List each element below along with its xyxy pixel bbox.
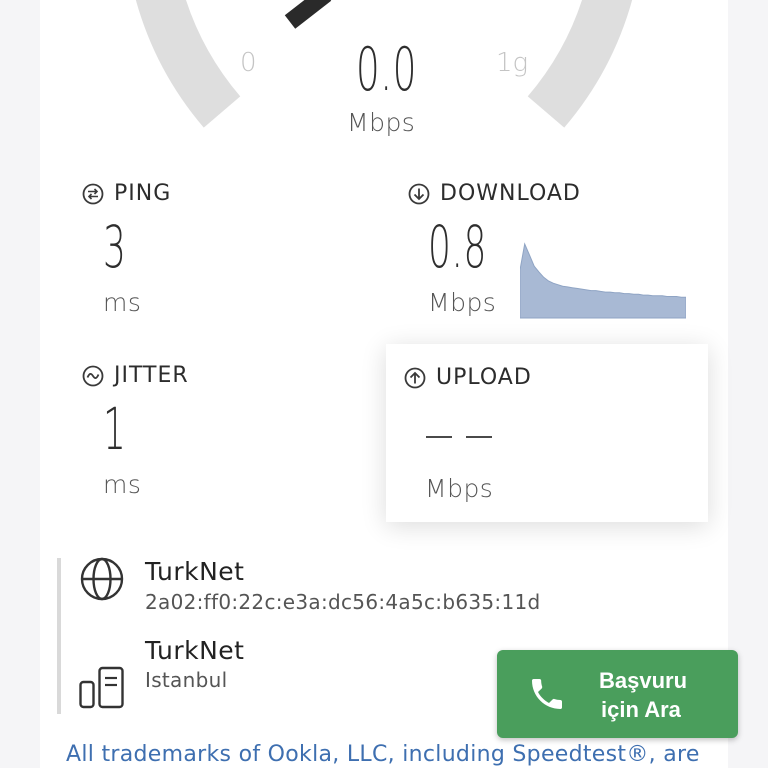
- gauge-track-right: [527, 0, 633, 128]
- gauge-needle: [284, 0, 332, 29]
- gauge-value: 0.0: [356, 35, 418, 105]
- download-value: 0.8: [428, 213, 488, 281]
- gauge-unit: Mbps: [347, 108, 416, 137]
- call-button-label: Başvuru için Ara: [599, 666, 739, 724]
- server-name[interactable]: TurkNet: [145, 636, 244, 665]
- gauge-scale-max: 1g: [496, 48, 529, 78]
- upload-title: UPLOAD: [404, 365, 532, 390]
- upload-arrow-icon: [404, 367, 426, 388]
- ping-unit: ms: [103, 288, 142, 317]
- isp-name: TurkNet: [145, 557, 245, 586]
- upload-value-placeholder-dash: [426, 436, 452, 438]
- jitter-unit: ms: [103, 470, 142, 499]
- ping-label: PING: [114, 181, 172, 206]
- phone-icon: [532, 679, 562, 709]
- upload-value-placeholder-dash: [466, 436, 492, 438]
- server-location[interactable]: Istanbul: [145, 668, 227, 692]
- upload-card: UPLOAD Mbps: [386, 344, 708, 522]
- upload-unit: Mbps: [425, 474, 494, 503]
- download-arrow-icon: [408, 183, 430, 204]
- trademark-notice[interactable]: All trademarks of Ookla, LLC, including …: [66, 742, 700, 767]
- isp-address: 2a02:ff0:22c:e3a:dc56:4a5c:b635:11d: [145, 590, 541, 614]
- gauge-track-left: [135, 0, 241, 128]
- upload-label: UPLOAD: [436, 365, 532, 390]
- call-button-line1: Başvuru: [599, 668, 688, 693]
- download-title: DOWNLOAD: [408, 181, 581, 206]
- server-icon: [79, 666, 124, 709]
- connection-divider: [57, 558, 61, 714]
- jitter-title: JITTER: [82, 363, 189, 388]
- download-sparkline-area: [520, 242, 686, 319]
- jitter-value: 1: [103, 395, 127, 463]
- call-button-line2: için Ara: [601, 697, 681, 722]
- globe-icon: [80, 557, 124, 601]
- download-label: DOWNLOAD: [440, 181, 581, 206]
- jitter-icon: [82, 365, 104, 386]
- download-unit: Mbps: [428, 288, 497, 317]
- ping-icon: [82, 183, 104, 204]
- call-apply-button[interactable]: Başvuru için Ara: [497, 650, 738, 738]
- ping-title: PING: [82, 181, 171, 206]
- ping-value: 3: [103, 213, 127, 281]
- jitter-label: JITTER: [114, 363, 189, 388]
- download-sparkline: [520, 242, 686, 319]
- gauge-scale-min: 0: [240, 48, 257, 78]
